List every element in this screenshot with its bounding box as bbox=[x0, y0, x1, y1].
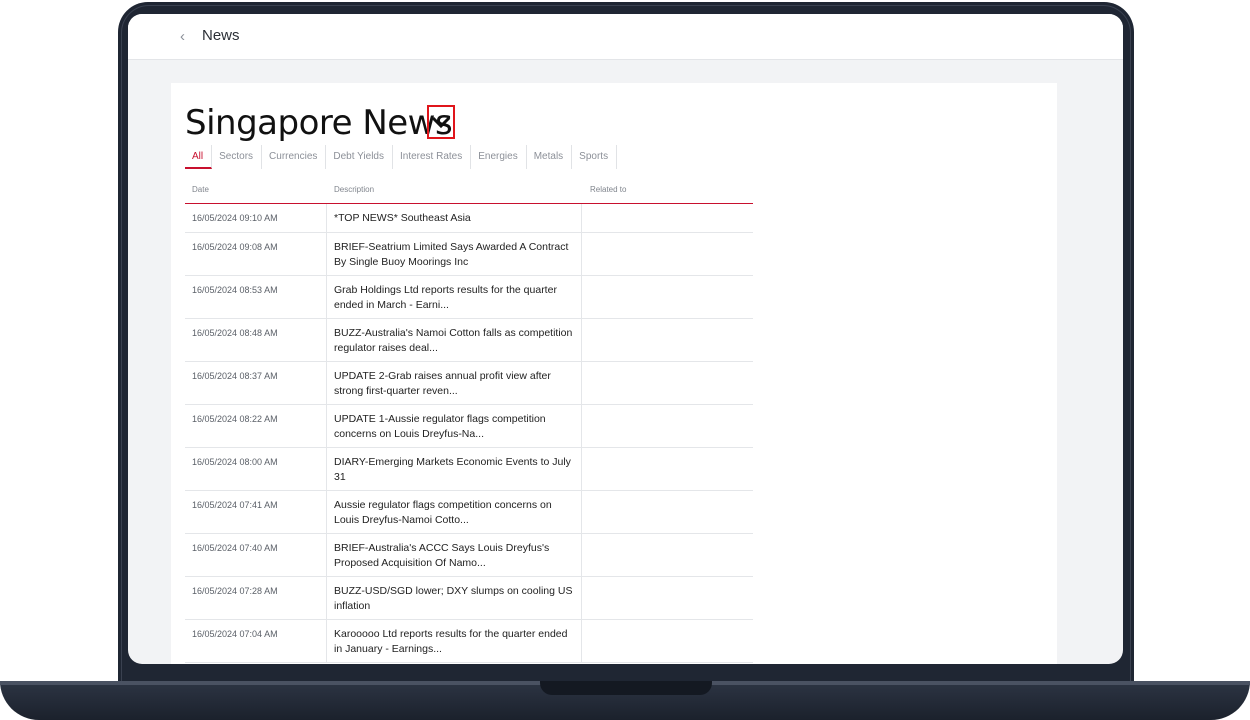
chevron-left-icon[interactable]: ‹ bbox=[180, 29, 194, 45]
column-header-date[interactable]: Date bbox=[192, 185, 209, 194]
tab-all[interactable]: All bbox=[185, 145, 213, 169]
cell-related bbox=[582, 204, 753, 232]
column-header-related[interactable]: Related to bbox=[590, 185, 626, 194]
cell-related bbox=[582, 319, 753, 361]
cell-description[interactable]: BRIEF-Seatrium Limited Says Awarded A Co… bbox=[326, 233, 582, 275]
cell-description[interactable]: Grab Holdings Ltd reports results for th… bbox=[326, 276, 582, 318]
news-table-body: 16/05/2024 09:10 AM *TOP NEWS* Southeast … bbox=[185, 204, 753, 663]
cell-description[interactable]: BRIEF-Australia's ACCC Says Louis Dreyfu… bbox=[326, 534, 582, 576]
cell-date: 16/05/2024 07:28 AM bbox=[192, 586, 278, 596]
cell-related bbox=[582, 448, 753, 490]
tab-energies[interactable]: Energies bbox=[471, 145, 527, 169]
region-dropdown-button[interactable] bbox=[427, 105, 455, 139]
cell-description[interactable]: BUZZ-USD/SGD lower; DXY slumps on coolin… bbox=[326, 577, 582, 619]
tab-interest-rates[interactable]: Interest Rates bbox=[393, 145, 472, 169]
cell-related bbox=[582, 405, 753, 447]
cell-related bbox=[582, 534, 753, 576]
top-navigation-bar: ‹ News bbox=[128, 14, 1123, 60]
table-row[interactable]: 16/05/2024 08:53 AM Grab Holdings Ltd rep… bbox=[185, 276, 753, 319]
page-title: Singapore News bbox=[185, 103, 453, 143]
cell-description[interactable]: Aussie regulator flags competition conce… bbox=[326, 491, 582, 533]
cell-date: 16/05/2024 08:22 AM bbox=[192, 414, 278, 424]
cell-related bbox=[582, 233, 753, 275]
tab-sectors[interactable]: Sectors bbox=[212, 145, 263, 169]
table-row[interactable]: 16/05/2024 09:10 AM *TOP NEWS* Southeast … bbox=[185, 204, 753, 233]
cell-date: 16/05/2024 08:00 AM bbox=[192, 457, 278, 467]
table-row[interactable]: 16/05/2024 09:08 AM BRIEF-Seatrium Limite… bbox=[185, 233, 753, 276]
cell-related bbox=[582, 276, 753, 318]
table-row[interactable]: 16/05/2024 07:28 AM BUZZ-USD/SGD lower; D… bbox=[185, 577, 753, 620]
tab-sports[interactable]: Sports bbox=[572, 145, 618, 169]
cell-related bbox=[582, 577, 753, 619]
cell-date: 16/05/2024 07:04 AM bbox=[192, 629, 278, 639]
table-row[interactable]: 16/05/2024 08:22 AM UPDATE 1-Aussie regul… bbox=[185, 405, 753, 448]
cell-description[interactable]: *TOP NEWS* Southeast Asia bbox=[326, 204, 582, 232]
topbar-title: News bbox=[202, 27, 240, 44]
cell-date: 16/05/2024 09:10 AM bbox=[192, 213, 278, 223]
cell-date: 16/05/2024 08:53 AM bbox=[192, 285, 278, 295]
table-row[interactable]: 16/05/2024 07:41 AM Aussie regulator flag… bbox=[185, 491, 753, 534]
cell-description[interactable]: UPDATE 2-Grab raises annual profit view … bbox=[326, 362, 582, 404]
tab-currencies[interactable]: Currencies bbox=[262, 145, 327, 169]
cell-date: 16/05/2024 07:41 AM bbox=[192, 500, 278, 510]
laptop-notch bbox=[540, 681, 712, 695]
tab-debt-yields[interactable]: Debt Yields bbox=[326, 145, 393, 169]
cell-date: 16/05/2024 08:48 AM bbox=[192, 328, 278, 338]
cell-date: 16/05/2024 07:40 AM bbox=[192, 543, 278, 553]
cell-description[interactable]: UPDATE 1-Aussie regulator flags competit… bbox=[326, 405, 582, 447]
table-row[interactable]: 16/05/2024 08:48 AM BUZZ-Australia's Namo… bbox=[185, 319, 753, 362]
cell-date: 16/05/2024 08:37 AM bbox=[192, 371, 278, 381]
cell-description[interactable]: DIARY-Emerging Markets Economic Events t… bbox=[326, 448, 582, 490]
cell-related bbox=[582, 491, 753, 533]
table-row[interactable]: 16/05/2024 07:40 AM BRIEF-Australia's ACC… bbox=[185, 534, 753, 577]
news-panel: Singapore News All Sectors Currencies Debt … bbox=[171, 83, 1057, 664]
category-tabs: All Sectors Currencies Debt Yields Interest … bbox=[185, 145, 618, 169]
table-row[interactable]: 16/05/2024 07:04 AM Karooooo Ltd reports … bbox=[185, 620, 753, 663]
table-row[interactable]: 16/05/2024 08:37 AM UPDATE 2-Grab raises … bbox=[185, 362, 753, 405]
cell-date: 16/05/2024 09:08 AM bbox=[192, 242, 278, 252]
news-table-header: Date Description Related to bbox=[185, 183, 753, 204]
cell-description[interactable]: Karooooo Ltd reports results for the qua… bbox=[326, 620, 582, 662]
app-screen: ‹ News Singapore News All Sectors Currenci… bbox=[128, 14, 1123, 664]
tab-metals[interactable]: Metals bbox=[527, 145, 573, 169]
cell-description[interactable]: BUZZ-Australia's Namoi Cotton falls as c… bbox=[326, 319, 582, 361]
chevron-down-icon bbox=[431, 116, 451, 129]
column-header-description[interactable]: Description bbox=[334, 185, 374, 194]
cell-related bbox=[582, 362, 753, 404]
cell-related bbox=[582, 620, 753, 662]
table-row[interactable]: 16/05/2024 08:00 AM DIARY-Emerging Market… bbox=[185, 448, 753, 491]
